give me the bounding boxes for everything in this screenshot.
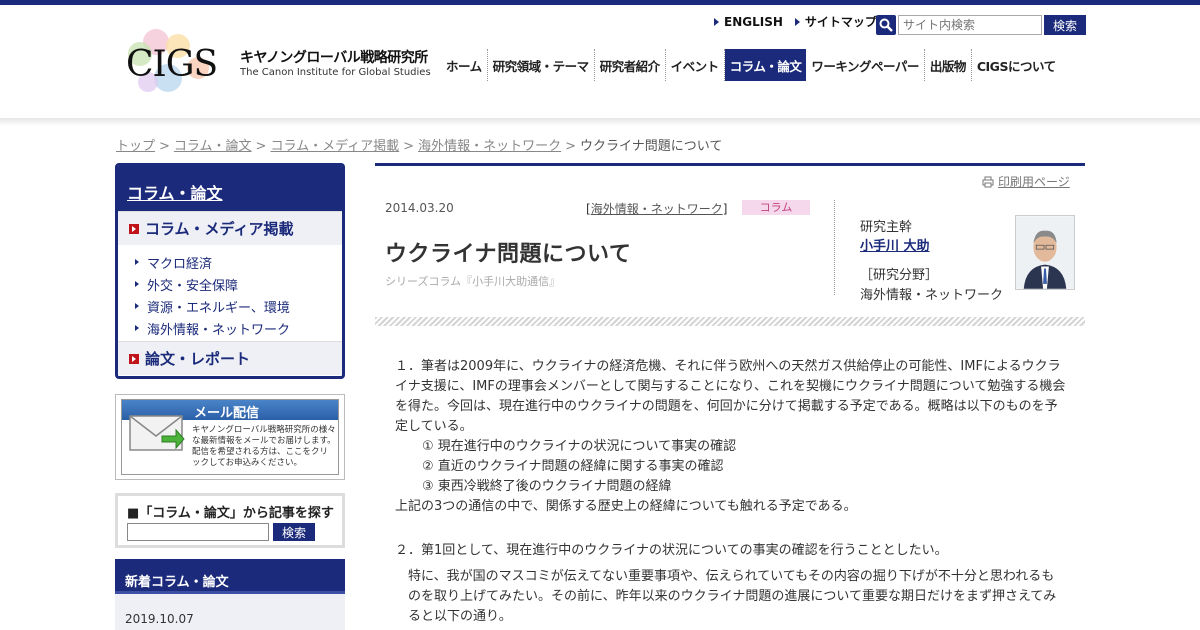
nav-research-areas[interactable]: 研究領域・テーマ: [488, 49, 595, 81]
org-name-jp[interactable]: キヤノングローバル戦略研究所: [240, 47, 428, 67]
body-list-item-3: ③ 東西冷戦終了後のウクライナ問題の経緯: [422, 479, 672, 494]
site-search: 検索: [876, 15, 1086, 35]
nav-about[interactable]: CIGSについて: [972, 49, 1061, 81]
triangle-right-icon: [794, 17, 800, 26]
search-button[interactable]: 検索: [1044, 15, 1086, 35]
triangle-right-icon: [135, 325, 139, 331]
red-arrow-icon: [129, 353, 139, 364]
triangle-right-icon: [135, 303, 139, 309]
article-body: １．筆者は2009年に、ウクライナの経済危機、それに伴う欧州への天然ガス供給停止…: [395, 357, 1067, 627]
english-link[interactable]: ENGLISH: [714, 15, 783, 29]
author-divider: [834, 200, 835, 295]
breadcrumb-current: ウクライナ問題について: [579, 139, 723, 154]
mail-banner-text: キヤノングローバル戦略研究所の様々な最新情報をメールでお届けします。配信を希望さ…: [192, 425, 336, 468]
body-list-item-1: ① 現在進行中のウクライナの状況について事実の確認: [422, 439, 737, 454]
article-date: 2014.03.20: [385, 201, 454, 215]
column-search-title: ■「コラム・論文」から記事を探す: [127, 506, 334, 521]
nav-researchers[interactable]: 研究者紹介: [595, 49, 666, 81]
body-paragraph-4: 特に、我が国のマスコミが伝えてない重要事項や、伝えられていてもその内容の掘り下げ…: [408, 569, 1057, 624]
author-field-value: 海外情報・ネットワーク: [860, 288, 1004, 303]
new-column-date: 2019.10.07: [115, 594, 345, 630]
breadcrumb-overseas[interactable]: 海外情報・ネットワーク: [418, 139, 561, 154]
section-divider: [375, 317, 1085, 326]
mail-subscribe-banner[interactable]: メール配信 キヤノングローバル戦略研究所の様々な最新情報をメールでお届けします。…: [115, 394, 345, 480]
breadcrumb-top[interactable]: トップ: [116, 139, 155, 154]
utility-links: ENGLISH サイトマップ: [714, 13, 889, 30]
triangle-right-icon: [135, 259, 139, 265]
triangle-right-icon: [135, 281, 139, 287]
body-paragraph-2: 上記の3つの通信の中で、関係する歴史上の経緯についても触れる予定である。: [395, 499, 857, 514]
column-search-button[interactable]: 検索: [273, 523, 315, 541]
body-paragraph-3: ２．第1回として、現在進行中のウクライナの状況についての事実の確認を行うこととし…: [395, 543, 948, 558]
author-photo[interactable]: [1015, 215, 1075, 290]
sidebar-section-papers[interactable]: 論文・レポート: [118, 341, 342, 375]
mail-banner-inner: メール配信 キヤノングローバル戦略研究所の様々な最新情報をメールでお届けします。…: [121, 399, 339, 475]
global-nav: ホーム 研究領域・テーマ 研究者紹介 イベント コラム・論文 ワーキングペーパー…: [441, 49, 1061, 81]
body-paragraph-1: １．筆者は2009年に、ウクライナの経済危機、それに伴う欧州への天然ガス供給停止…: [395, 359, 1066, 434]
search-icon: [876, 15, 896, 35]
article-type-tag: コラム: [742, 200, 810, 215]
main-top-rule: [375, 163, 1085, 166]
breadcrumb: トップ > コラム・論文 > コラム・メディア掲載 > 海外情報・ネットワーク > ウクライナ問…: [116, 139, 723, 154]
column-search-input[interactable]: [127, 523, 269, 541]
sidebar-list: マクロ経済 外交・安全保障 資源・エネルギー、環境 海外情報・ネットワーク: [118, 245, 342, 341]
printer-icon: [982, 176, 994, 187]
author-name-link[interactable]: 小手川 大助: [860, 235, 930, 254]
search-input[interactable]: [898, 15, 1042, 35]
sidebar-item-diplomacy[interactable]: 外交・安全保障: [135, 273, 342, 295]
sidebar-nav: コラム・論文 コラム・メディア掲載 マクロ経済 外交・安全保障 資源・エネルギー…: [115, 163, 345, 379]
breadcrumb-media[interactable]: コラム・メディア掲載: [270, 139, 399, 154]
article-series: シリーズコラム『小手川大助通信』: [385, 275, 561, 288]
nav-publications[interactable]: 出版物: [925, 49, 972, 81]
sidebar-title[interactable]: コラム・論文: [118, 166, 342, 211]
envelope-icon: [129, 415, 185, 451]
sidebar-item-overseas[interactable]: 海外情報・ネットワーク: [135, 317, 342, 339]
logo-text[interactable]: CIGS: [126, 44, 218, 85]
nav-home[interactable]: ホーム: [441, 49, 488, 81]
red-arrow-icon: [129, 223, 139, 234]
new-columns-header: 新着コラム・論文: [115, 559, 345, 594]
sidebar-section-columns-media[interactable]: コラム・メディア掲載: [118, 211, 342, 245]
sidebar-item-macro[interactable]: マクロ経済: [135, 251, 342, 273]
breadcrumb-columns[interactable]: コラム・論文: [174, 139, 252, 154]
org-name-en[interactable]: The Canon Institute for Global Studies: [240, 67, 431, 78]
sidebar-item-energy[interactable]: 資源・エネルギー、環境: [135, 295, 342, 317]
sitemap-link[interactable]: サイトマップ: [794, 13, 877, 30]
column-search-box: ■「コラム・論文」から記事を探す 検索: [115, 493, 345, 548]
triangle-right-icon: [714, 17, 719, 26]
nav-working-papers[interactable]: ワーキングペーパー: [806, 49, 925, 81]
nav-columns[interactable]: コラム・論文: [724, 49, 807, 81]
header-shadow: [0, 118, 1200, 126]
article-category-link[interactable]: [海外情報・ネットワーク]: [586, 200, 727, 217]
body-list-item-2: ② 直近のウクライナ問題の経緯に関する事実の確認: [422, 459, 724, 474]
mail-banner-title: メール配信: [194, 406, 260, 421]
article-title: ウクライナ問題について: [385, 242, 632, 267]
nav-events[interactable]: イベント: [666, 49, 725, 81]
author-field-label: ［研究分野］: [860, 268, 939, 283]
author-role: 研究主幹: [860, 220, 913, 235]
print-link[interactable]: 印刷用ページ: [982, 173, 1070, 190]
